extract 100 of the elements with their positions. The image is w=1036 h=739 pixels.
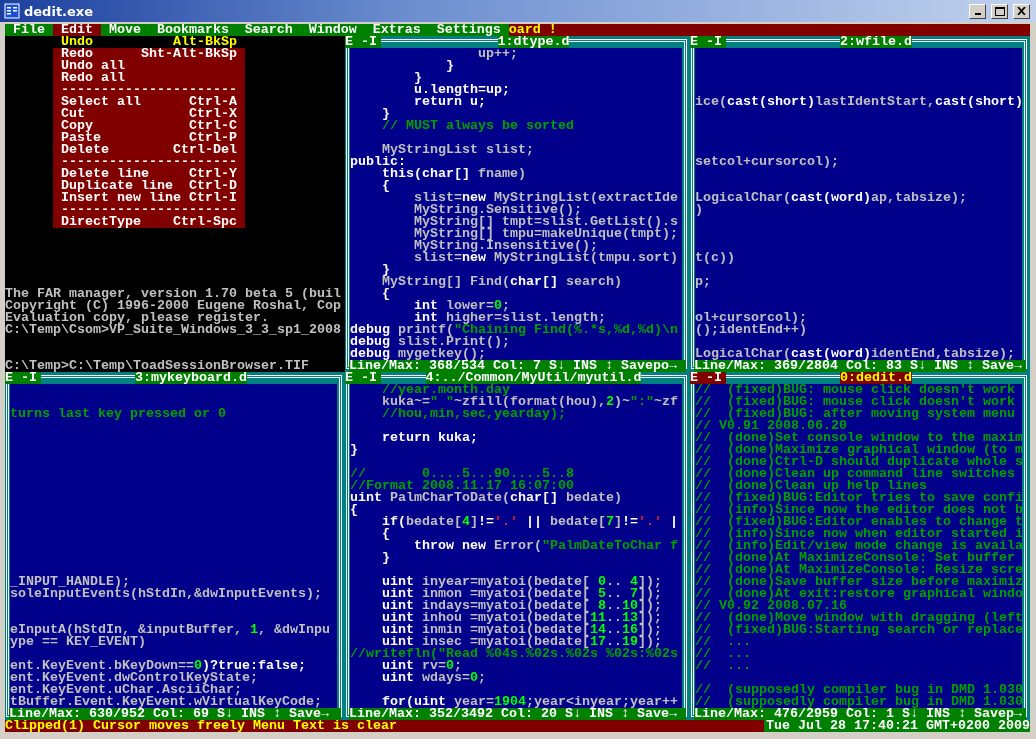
file-title[interactable]: 0:dedit.d: [840, 372, 912, 384]
code-line: //writefln("Read %04s.%02s.%02s %02s:%02s: [350, 648, 678, 660]
maximize-icon: [994, 6, 1005, 16]
code-line: // (done)Set console window to the maxim: [695, 432, 1022, 444]
code-line: soleInputEvents(hStdIn,&dwInputEvents);: [10, 588, 322, 600]
code-line: p;: [695, 276, 711, 288]
menu-item[interactable]: File: [5, 24, 53, 36]
menu-option[interactable]: Undo all: [53, 60, 245, 72]
code-line: up++;: [476, 48, 518, 60]
code-line: // (done)Ctrl-D should duplicate whole s: [695, 456, 1022, 468]
shortcut-label: Ctrl-P: [188, 132, 237, 144]
menu-item[interactable]: Move: [100, 24, 149, 36]
code-line: tBuffer.Event.KeyEvent.wVirtualKeyCode;: [10, 696, 322, 708]
code-line: int higher=slist.length;: [414, 312, 606, 324]
menu-option[interactable]: Duplicate line Ctrl-D: [53, 180, 245, 192]
code-line: }: [413, 72, 422, 84]
code-line: // (fixed)BUG:Starting search or replace: [695, 624, 1022, 636]
code-line: ): [695, 204, 703, 216]
mode-indicator: E -I: [690, 372, 726, 384]
menu-option[interactable]: Delete line Ctrl-Y: [53, 168, 245, 180]
mode-indicator: E -I: [345, 372, 381, 384]
code-line: //hou,min,sec,yearday);: [381, 408, 566, 420]
status-message: Clipped(1) Cursor moves freely Menu Text is clear: [5, 720, 765, 732]
code-line: // (done)At exit:restore graphical windo: [695, 588, 1022, 600]
code-line: // (supposedly compiler bug in DMD 1.030: [695, 696, 1022, 708]
code-line: u.length=up;: [413, 84, 510, 96]
code-line: uint inmin =myatoi(bedate[14..16]);: [381, 624, 662, 636]
code-line: LogicalChar(cast(word)ap,tabsize);: [695, 192, 967, 204]
menu-option[interactable]: Copy Ctrl-C: [53, 120, 245, 132]
menu-item[interactable]: Search: [236, 24, 301, 36]
code-line: // (done)Clean up help lines: [695, 480, 927, 492]
shortcut-label: Ctrl-A: [188, 96, 237, 108]
menu-option[interactable]: Select all Ctrl-A: [53, 96, 245, 108]
menu-option[interactable]: Redo all: [53, 72, 245, 84]
code-line: uint inyear=myatoi(bedate[ 0.. 4]);: [381, 576, 662, 588]
code-line: MyString.Sensitive();: [413, 204, 582, 216]
file-title[interactable]: 4:../Common/MyUtil/myutil.d: [425, 372, 642, 384]
code-line: MyStringList slist;: [382, 144, 534, 156]
code-line: throw new Error("PalmDateToChar f: [413, 540, 678, 552]
code-line: // (info)Since now the editor does not b: [695, 504, 1022, 516]
menu-option[interactable]: Cut Ctrl-X: [53, 108, 245, 120]
code-line: MyString[] tmpu=makeUnique(tmpt);: [413, 228, 678, 240]
code-line: uint inmon =myatoi(bedate[ 5.. 7]);: [381, 588, 662, 600]
code-line: return kuka;: [381, 432, 478, 444]
code-line: uint indays=myatoi(bedate[ 8..10]);: [381, 600, 662, 612]
code-line: // (fixed)BUG: mouse click doesn't work: [695, 396, 1015, 408]
code-line: t(c)): [695, 252, 735, 264]
window-title: dedit.exe: [24, 3, 95, 19]
menu-item[interactable]: Extras: [364, 24, 429, 36]
menu-separator: ----------------------: [53, 204, 245, 216]
background-text: oard !: [508, 24, 1030, 36]
console-line: Evaluation copy, please register.: [5, 312, 269, 324]
pane-status-bar: Line/Max: 368/534 Col: 7 S↓ INS ↕ Savepo→: [349, 360, 686, 372]
minimize-button[interactable]: [969, 3, 986, 19]
code-line: // (done)At MaximizeConsole: Set buffer: [695, 552, 1015, 564]
code-line: ype == KEY_EVENT): [10, 636, 146, 648]
menu-option[interactable]: DirectType Ctrl-Spc: [53, 216, 245, 228]
menu-item[interactable]: Edit: [52, 24, 101, 36]
code-line: MyString.Insensitive();: [413, 240, 598, 252]
menu-option[interactable]: Paste Ctrl-P: [53, 132, 245, 144]
code-line: }: [381, 108, 390, 120]
maximize-button[interactable]: [991, 3, 1008, 19]
close-icon: [1017, 7, 1026, 15]
shortcut-label: Ctrl-X: [188, 108, 237, 120]
code-line: this(char[] fname): [382, 168, 526, 180]
code-line: // (done)Save buffer size before maximiz: [695, 576, 1022, 588]
code-line: // (fixed)BUG:Editor enables to change t: [695, 516, 1022, 528]
code-line: debug printf("Chaining Find(%.*s,%d,%d)\n: [350, 324, 678, 336]
shortcut-label: Ctrl-C: [188, 120, 237, 132]
code-line: int lower=0;: [413, 300, 510, 312]
menu-item[interactable]: Settings: [428, 24, 509, 36]
menu-option[interactable]: Redo Sht-Alt-BkSp: [53, 48, 245, 60]
code-line: uint wdays=0;: [381, 672, 486, 684]
code-line: // MUST always be sorted: [381, 120, 574, 132]
code-line: debug slist.Print();: [350, 336, 510, 348]
menu-option[interactable]: Delete Ctrl-Del: [53, 144, 245, 156]
code-line: ol+cursorcol);: [695, 312, 807, 324]
mode-indicator: E -I: [5, 372, 41, 384]
code-line: // (done)Clean up command line switches: [695, 468, 1015, 480]
code-line: uint insec =myatoi(bedate[17..19]);: [382, 636, 662, 648]
menu-item[interactable]: Bookmarks: [148, 24, 237, 36]
code-line: // ...: [695, 660, 751, 672]
file-title[interactable]: 1:dtype.d: [497, 36, 570, 48]
menu-item[interactable]: Window: [300, 24, 365, 36]
menu-option[interactable]: Insert new line Ctrl-I: [53, 192, 245, 204]
code-line: ent.KeyEvent.dwControlKeyState;: [10, 672, 258, 684]
code-line: // (supposedly compiler bug in DMD 1.030: [695, 684, 1022, 696]
code-line: // (done)Move window with dragging (left: [695, 612, 1022, 624]
shortcut-label: Alt-BkSp: [172, 36, 237, 48]
close-button[interactable]: [1013, 3, 1030, 19]
shortcut-label: Ctrl-Y: [188, 168, 237, 180]
file-title[interactable]: 2:wfile.d: [840, 36, 912, 48]
code-line: if(bedate[4]!='.' || bedate[7]!='.' |: [381, 516, 678, 528]
code-line: kuka~=" "~zfill(format(hou),2)~":"~zf: [381, 396, 678, 408]
code-line: uint rv=0;: [382, 660, 462, 672]
code-line: }: [444, 60, 454, 72]
code-line: // V0.91 2008.06.20: [695, 420, 847, 432]
file-title[interactable]: 3:mykeyboard.d: [135, 372, 247, 384]
code-line: // (done)At MaximizeConsole: Resize scre: [695, 564, 1022, 576]
code-line: public:: [350, 156, 406, 168]
